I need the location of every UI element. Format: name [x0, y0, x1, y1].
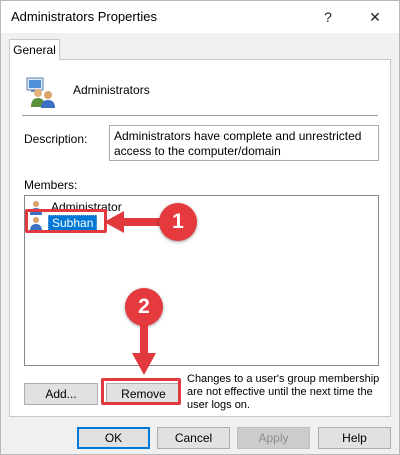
- group-name: Administrators: [73, 83, 150, 97]
- ok-button[interactable]: OK: [77, 427, 150, 449]
- members-label: Members:: [24, 178, 78, 192]
- apply-button: Apply: [237, 427, 310, 449]
- subhan-highlight-box: [25, 209, 107, 233]
- description-label: Description:: [24, 132, 88, 146]
- membership-note: Changes to a user's group membership are…: [187, 373, 380, 411]
- tab-strip: General: [1, 33, 399, 60]
- window-title: Administrators Properties: [11, 9, 157, 24]
- title-bar: Administrators Properties ? ✕: [1, 1, 399, 33]
- add-button[interactable]: Add...: [24, 383, 98, 405]
- tab-general[interactable]: General: [9, 39, 60, 60]
- separator: [22, 115, 378, 116]
- general-panel: Administrators Description: Administrato…: [9, 59, 391, 417]
- close-button[interactable]: ✕: [362, 5, 388, 29]
- step-1-badge: 1: [159, 203, 197, 241]
- help-title-button[interactable]: ?: [315, 5, 341, 29]
- remove-highlight-box: [101, 378, 181, 405]
- cancel-button[interactable]: Cancel: [157, 427, 230, 449]
- help-icon: ?: [324, 9, 332, 25]
- step-2-badge: 2: [125, 288, 163, 326]
- arrow-down-icon: [132, 325, 156, 375]
- group-users-icon: [26, 77, 55, 108]
- description-field[interactable]: Administrators have complete and unrestr…: [109, 125, 379, 161]
- close-icon: ✕: [369, 8, 381, 25]
- help-button[interactable]: Help: [318, 427, 391, 449]
- arrow-left-icon: [104, 211, 166, 233]
